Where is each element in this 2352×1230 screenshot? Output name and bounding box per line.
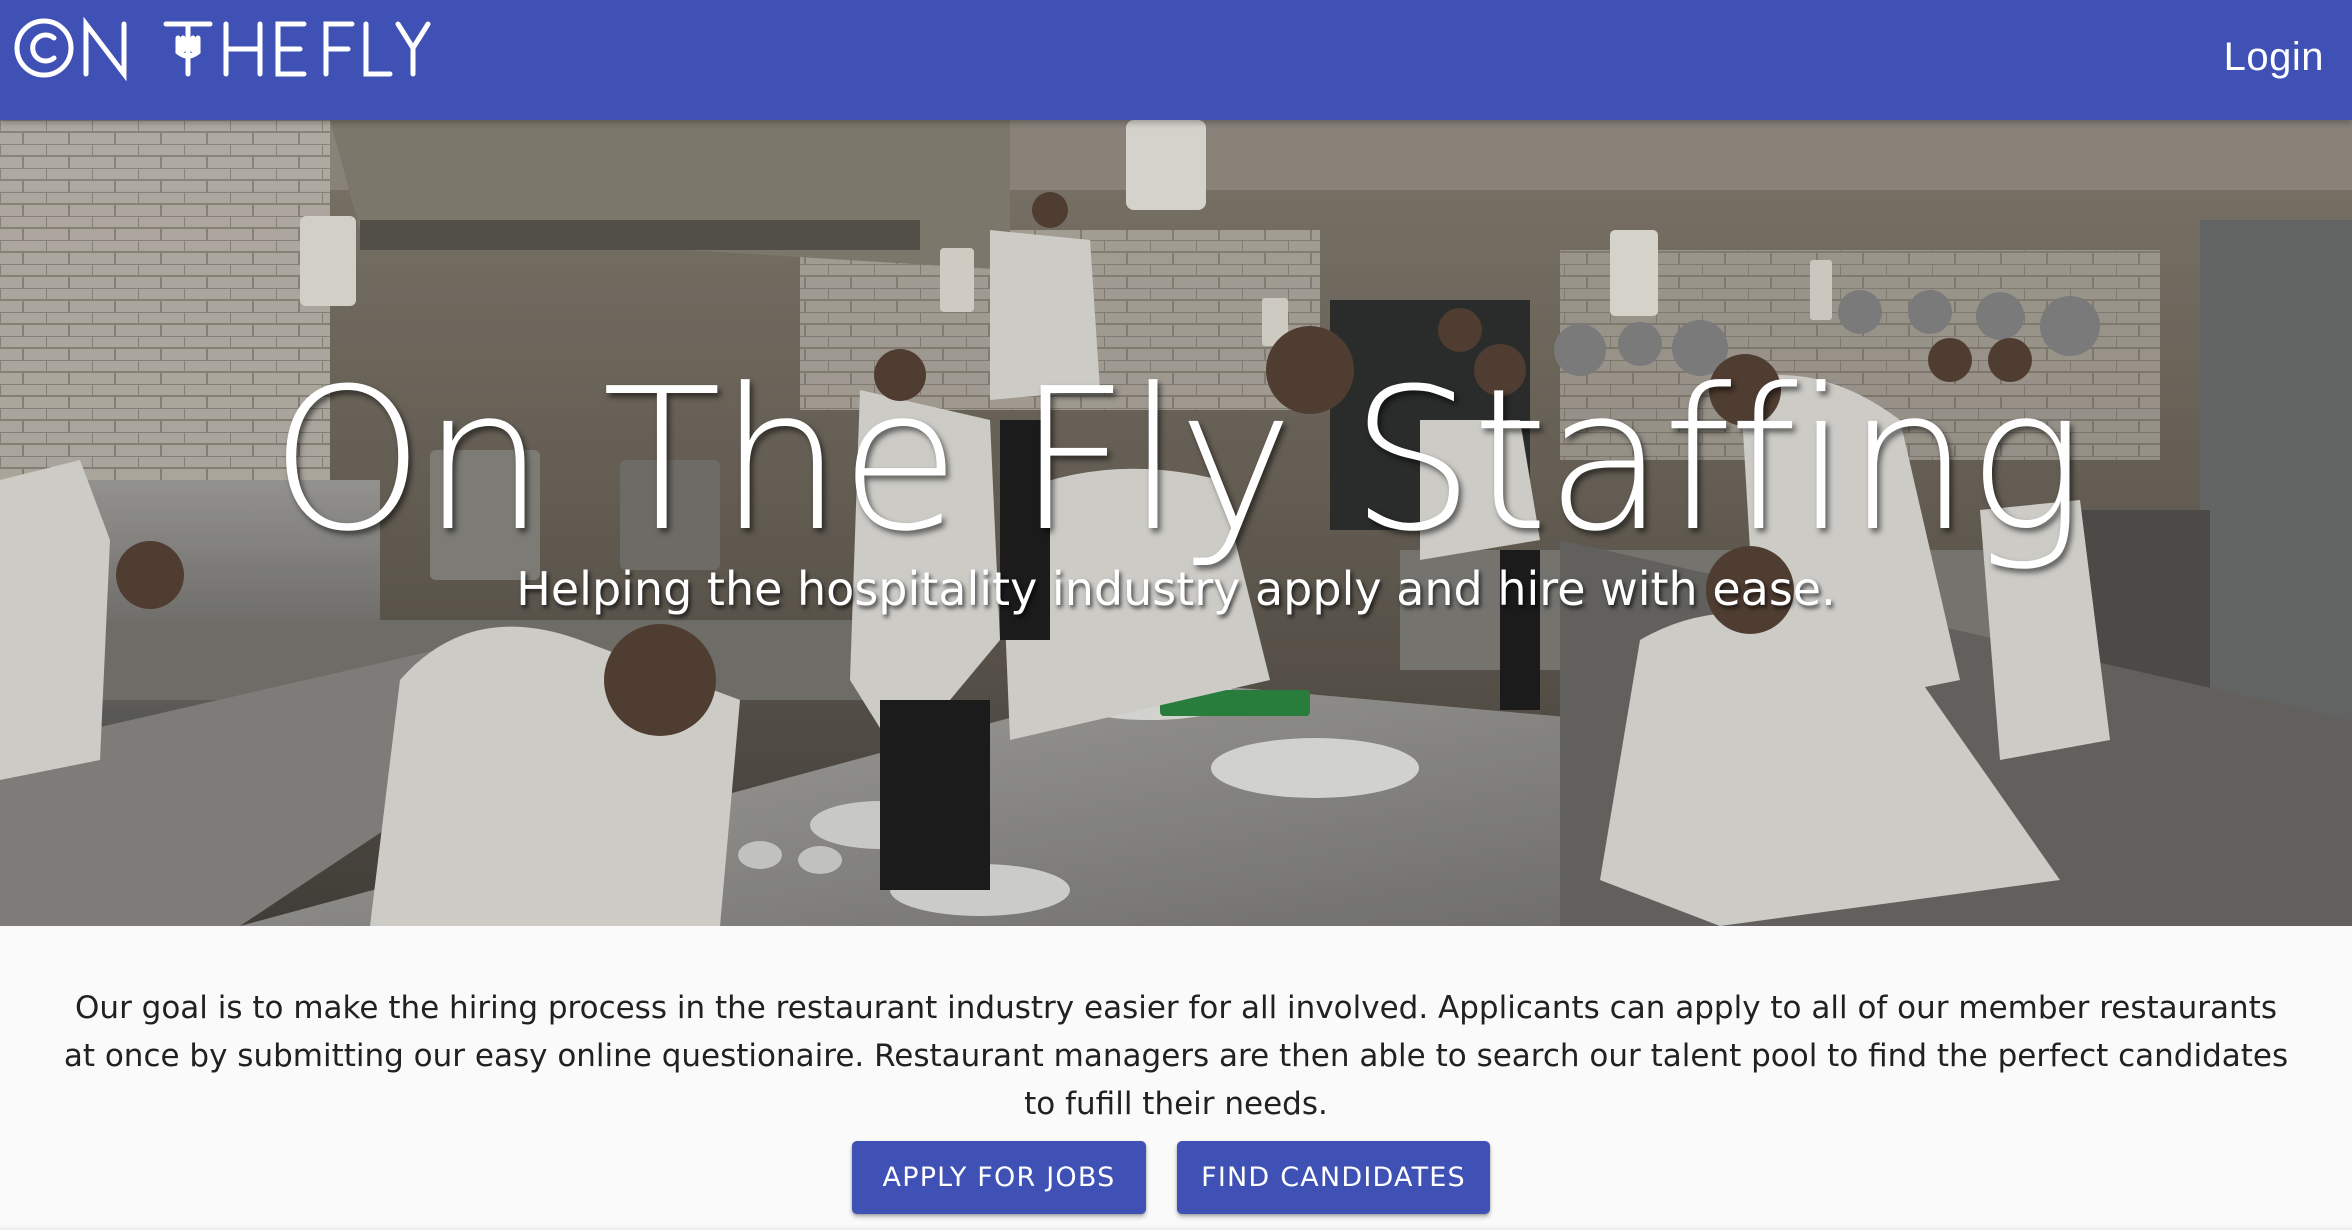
- login-link[interactable]: Login: [2224, 32, 2324, 82]
- content-paper-edge: [0, 1225, 2352, 1230]
- apply-for-jobs-button[interactable]: APPLY FOR JOBS: [852, 1141, 1146, 1214]
- app-bar: Login: [0, 0, 2352, 120]
- hero-title: On The Fly Staffing: [270, 347, 2085, 575]
- find-candidates-button[interactable]: FIND CANDIDATES: [1177, 1141, 1490, 1214]
- on-the-fly-logo[interactable]: [14, 8, 434, 112]
- hero-subtitle: Helping the hospitality industry apply a…: [516, 562, 1836, 616]
- mission-statement: Our goal is to make the hiring process i…: [63, 990, 2289, 1122]
- hero-banner: On The Fly Staffing Helping the hospital…: [0, 120, 2352, 926]
